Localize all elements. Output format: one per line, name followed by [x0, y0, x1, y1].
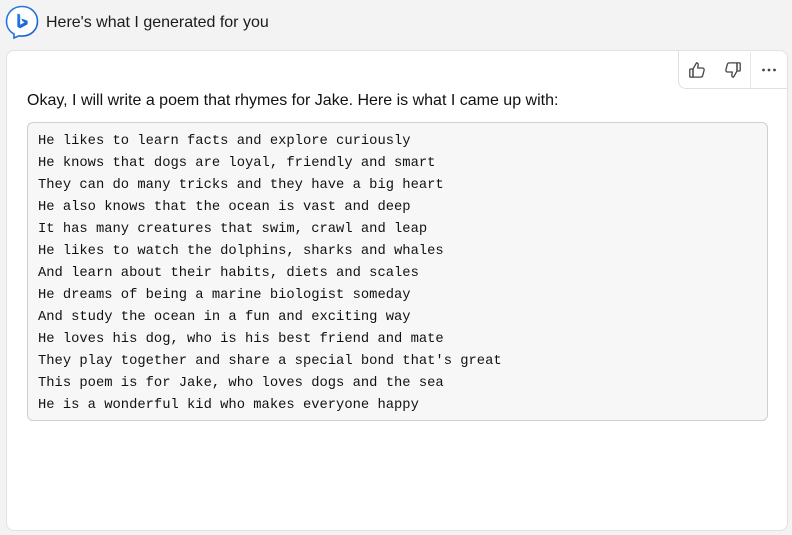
thumbs-down-icon: [724, 61, 741, 78]
bing-logo-icon: [5, 5, 39, 39]
thumbs-up-icon: [688, 61, 705, 78]
more-options-button[interactable]: [751, 52, 787, 88]
poem-line: He is a wonderful kid who makes everyone…: [38, 398, 419, 413]
poem-line: He knows that dogs are loyal, friendly a…: [38, 156, 436, 171]
chat-header: Here's what I generated for you: [0, 0, 792, 46]
poem-line: They can do many tricks and they have a …: [38, 178, 444, 193]
header-title: Here's what I generated for you: [46, 14, 269, 31]
poem-line: It has many creatures that swim, crawl a…: [38, 222, 428, 237]
response-card: Okay, I will write a poem that rhymes fo…: [6, 50, 788, 531]
poem-line: They play together and share a special b…: [38, 354, 502, 369]
poem-line: He likes to watch the dolphins, sharks a…: [38, 244, 444, 259]
poem-line: He also knows that the ocean is vast and…: [38, 200, 411, 215]
dislike-button[interactable]: [715, 52, 751, 88]
more-options-icon: [762, 68, 777, 71]
message-actions: [678, 51, 787, 89]
poem-line: He loves his dog, who is his best friend…: [38, 332, 444, 347]
response-intro: Okay, I will write a poem that rhymes fo…: [27, 92, 559, 109]
poem-line: And learn about their habits, diets and …: [38, 266, 419, 281]
like-button[interactable]: [679, 52, 715, 88]
poem-line: This poem is for Jake, who loves dogs an…: [38, 376, 444, 391]
poem-code-block: He likes to learn facts and explore curi…: [27, 122, 768, 421]
poem-line: And study the ocean in a fun and excitin…: [38, 310, 411, 325]
poem-line: He likes to learn facts and explore curi…: [38, 134, 411, 149]
poem-line: He dreams of being a marine biologist so…: [38, 288, 411, 303]
